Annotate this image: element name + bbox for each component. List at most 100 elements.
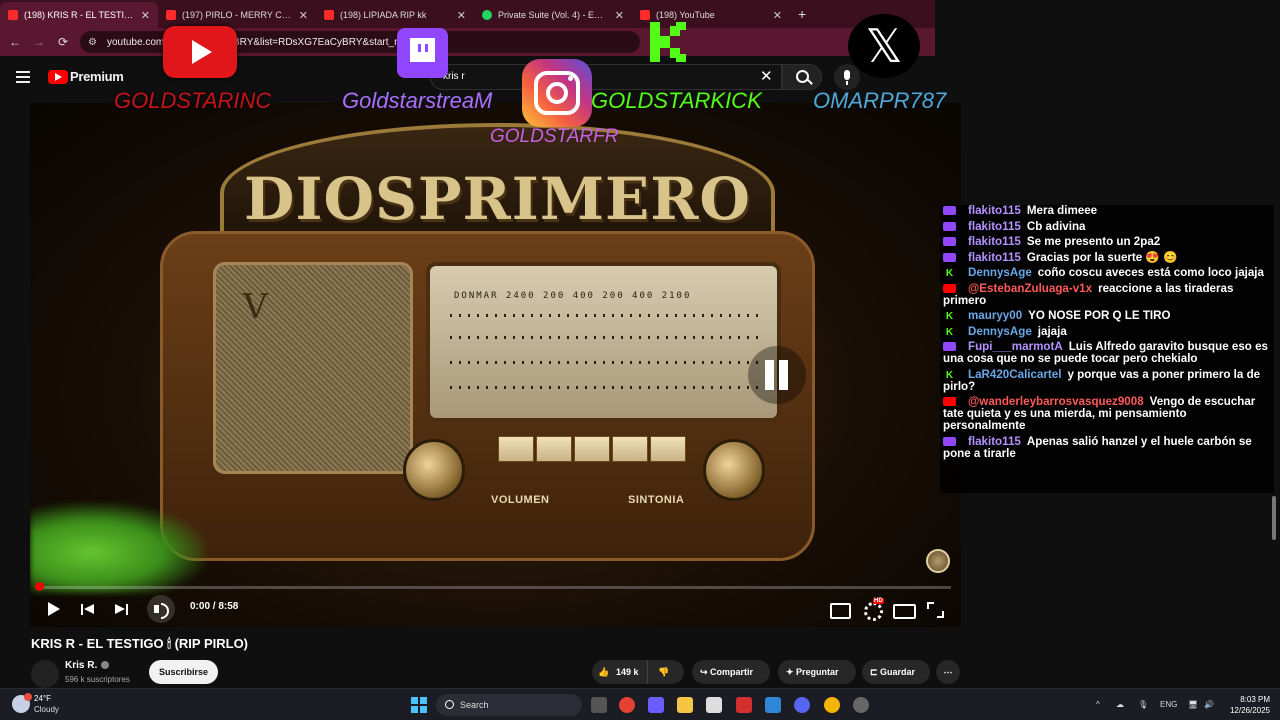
save-button[interactable]: ⊏ Guardar <box>862 660 930 684</box>
chat-username[interactable]: mauryy00 <box>968 309 1022 322</box>
chrome-active-icon[interactable] <box>824 697 840 713</box>
search-input[interactable]: kris r <box>430 64 782 90</box>
channel-name[interactable]: Kris R. <box>65 660 110 671</box>
radio-key <box>498 436 534 462</box>
settings-button[interactable]: HD <box>857 595 885 623</box>
youtube-premium-logo[interactable]: Premium <box>48 69 124 84</box>
chat-username[interactable]: LaR420Calicartel <box>968 368 1061 381</box>
logo-text: Premium <box>70 69 124 84</box>
network-icon[interactable]: 🖥 <box>1188 700 1198 709</box>
twitch-icon <box>943 436 956 446</box>
file-explorer-icon[interactable] <box>677 697 693 713</box>
instagram-handle: GOLDSTARFR <box>490 126 619 147</box>
weather-icon[interactable] <box>12 693 32 713</box>
clock-date: 12/26/2025 <box>1229 706 1270 715</box>
back-icon[interactable]: ← <box>3 35 27 49</box>
tab-pirlo-merry-christmas[interactable]: (197) PIRLO - MERRY CHRISTM ✕ <box>158 2 316 28</box>
close-icon[interactable]: ✕ <box>141 9 150 22</box>
system-clock[interactable]: 8:03 PM 12/26/2025 <box>1224 694 1270 716</box>
like-button[interactable]: 👍 149 k <box>592 660 648 684</box>
chrome-icon[interactable] <box>619 697 635 713</box>
dial-line <box>450 314 760 317</box>
live-chat-overlay: flakito115 Mera dimeee flakito115 Cb adivin… <box>940 205 1274 493</box>
x-logo-icon: 𝕏 <box>848 14 920 78</box>
youtube-logo-icon <box>163 26 237 78</box>
previous-button[interactable] <box>74 595 102 623</box>
chat-message: K LaR420Calicartel y porque vas a poner pr… <box>940 368 1274 393</box>
youtube-icon <box>640 10 650 20</box>
tab-private-suite[interactable]: Private Suite (Vol. 4) - EP de RO ✕ <box>474 2 632 28</box>
site-info-icon[interactable]: ⚙ <box>88 37 97 48</box>
voice-search-button[interactable] <box>834 64 860 90</box>
close-icon[interactable]: ✕ <box>299 9 308 22</box>
close-icon[interactable]: ✕ <box>615 9 624 22</box>
windows-taskbar: 24°F Cloudy Search ^ ☁ 🎙 ENG 🖥 🔊 8:03 PM… <box>0 688 1280 720</box>
thumb-down-icon[interactable]: 👎 <box>658 660 669 684</box>
next-button[interactable] <box>106 595 134 623</box>
video-frame: DIOSPRIMERO V DONMAR 2400 200 400 200 40… <box>30 103 961 627</box>
play-button[interactable] <box>38 595 66 623</box>
subscribe-button[interactable]: Suscribirse <box>149 660 218 684</box>
tray-overflow-icon[interactable]: ^ <box>1096 700 1100 709</box>
browser-tab-strip: (198) KRIS R - EL TESTIGO ✕ (197) PIRLO … <box>0 0 935 28</box>
forward-icon[interactable]: → <box>27 35 51 49</box>
subscriber-count: 596 k suscriptores <box>65 675 130 684</box>
theater-mode-button[interactable] <box>889 595 917 623</box>
chat-username[interactable]: DennysAge <box>968 266 1032 279</box>
language-indicator[interactable]: ENG <box>1160 700 1177 709</box>
hd-badge: HD <box>873 598 884 604</box>
channel-watermark-icon <box>926 549 950 573</box>
youtube-handle: GOLDSTARINC <box>114 88 272 113</box>
task-view-icon[interactable] <box>591 697 607 713</box>
chat-username[interactable]: DennysAge <box>968 325 1032 338</box>
browser-toolbar: ← → ⟳ ⚙ youtube.com/ yBRY&list=RDsXG7EaC… <box>0 28 935 56</box>
chat-username[interactable]: flakito115 <box>968 251 1021 264</box>
mcafee-icon[interactable] <box>736 697 752 713</box>
speaker-icon[interactable]: 🔊 <box>1204 700 1214 709</box>
knob-label-sintonia: SINTONIA <box>628 494 685 506</box>
ask-button[interactable]: ✦ Preguntar <box>778 660 856 684</box>
mail-icon[interactable] <box>765 697 781 713</box>
search-button[interactable] <box>782 64 822 90</box>
hamburger-menu-icon[interactable] <box>16 71 30 83</box>
fullscreen-button[interactable] <box>921 595 949 623</box>
onedrive-icon[interactable]: ☁ <box>1116 700 1124 709</box>
copilot-icon[interactable] <box>648 697 664 713</box>
tab-lipiada[interactable]: (198) LIPIADA RIP kk ✕ <box>316 2 474 28</box>
pause-indicator-icon[interactable] <box>748 346 806 404</box>
radio-cabinet: V DONMAR 2400 200 400 200 400 2100 VOLUM… <box>160 231 815 561</box>
subtitles-button[interactable] <box>825 595 853 623</box>
chat-username[interactable]: @EstebanZuluaga-v1x <box>968 282 1092 295</box>
chat-username[interactable]: flakito115 <box>968 205 1021 217</box>
discord-icon[interactable] <box>794 697 810 713</box>
obs-icon[interactable] <box>853 697 869 713</box>
tab-kris-r-el-testigo[interactable]: (198) KRIS R - EL TESTIGO ✕ <box>0 2 158 28</box>
taskbar-search[interactable]: Search <box>436 694 582 716</box>
knob-label-volumen: VOLUMEN <box>491 494 550 506</box>
youtube-icon <box>943 283 956 293</box>
radio-emblem-icon: V <box>243 287 268 327</box>
close-icon[interactable]: ✕ <box>457 9 466 22</box>
more-actions-button[interactable]: ⋯ <box>936 660 960 684</box>
reload-icon[interactable]: ⟳ <box>51 35 75 49</box>
new-tab-button[interactable]: + <box>790 6 814 28</box>
twitch-icon <box>943 206 956 216</box>
microphone-icon[interactable]: 🎙 <box>1138 700 1148 709</box>
tuning-knob <box>703 439 765 501</box>
windows-start-icon[interactable] <box>411 697 427 713</box>
video-player[interactable]: DIOSPRIMERO V DONMAR 2400 200 400 200 40… <box>30 103 961 627</box>
store-icon[interactable] <box>706 697 722 713</box>
progress-bar[interactable] <box>40 586 951 589</box>
share-button[interactable]: ↪ Compartir <box>692 660 770 684</box>
close-icon[interactable]: ✕ <box>773 9 782 22</box>
tab-title: (198) KRIS R - EL TESTIGO <box>24 10 135 20</box>
channel-avatar[interactable] <box>31 660 59 688</box>
chat-username[interactable]: flakito115 <box>968 235 1021 248</box>
volume-button[interactable] <box>147 595 175 623</box>
scrubber-handle[interactable] <box>35 582 44 591</box>
chat-username[interactable]: flakito115 <box>968 220 1021 233</box>
clear-search-icon[interactable]: ✕ <box>760 67 773 85</box>
share-icon: ↪ <box>700 667 711 677</box>
youtube-icon <box>324 10 334 20</box>
page-scrollbar[interactable] <box>1272 496 1276 540</box>
